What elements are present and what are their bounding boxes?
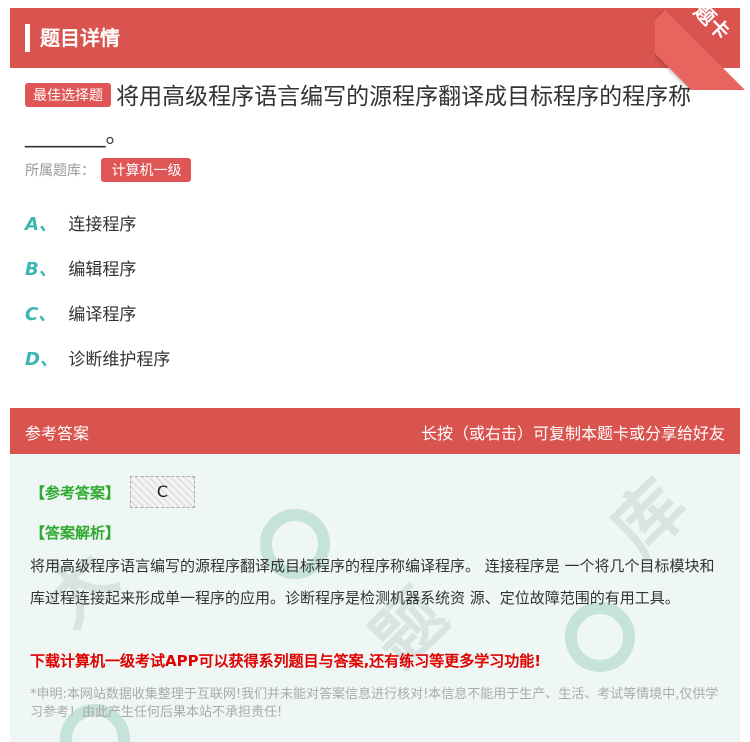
app-promo-link[interactable]: 下载计算机一级考试APP可以获得系列题目与答案,还有练习等更多学习功能! xyxy=(30,650,541,671)
options-list: A、 连接程序 B、 编辑程序 C、 编译程序 D、 诊断维护程序 xyxy=(25,210,170,390)
corner-ribbon: 题卡 xyxy=(655,0,750,90)
ribbon-label: 题卡 xyxy=(689,0,735,45)
option-letter: A、 xyxy=(25,214,57,235)
bank-tag[interactable]: 计算机一级 xyxy=(101,158,192,182)
page-title: 题目详情 xyxy=(40,26,120,50)
option-b[interactable]: B、 编辑程序 xyxy=(25,255,170,300)
option-text: 连接程序 xyxy=(68,215,137,235)
option-letter: D、 xyxy=(25,349,58,370)
option-c[interactable]: C、 编译程序 xyxy=(25,300,170,345)
answer-panel: 大 题 库 【参考答案】 C 【答案解析】 将用高级程序语言编写的源程序翻译成目… xyxy=(10,454,740,742)
analysis-text: 将用高级程序语言编写的源程序翻译成目标程序的程序称编译程序。 连接程序是 一个将… xyxy=(30,557,715,607)
option-text: 诊断维护程序 xyxy=(68,350,171,370)
option-letter: B、 xyxy=(25,259,57,280)
question-block: 最佳选择题 将用高级程序语言编写的源程序翻译成目标程序的程序称 _______。 xyxy=(25,78,725,154)
answer-section-title: 参考答案 xyxy=(25,424,90,443)
answer-header-bar: 参考答案 长按（或右击）可复制本题卡或分享给好友 xyxy=(10,408,740,454)
bank-label: 所属题库： xyxy=(25,163,95,179)
share-hint: 长按（或右击）可复制本题卡或分享给好友 xyxy=(420,424,725,443)
option-text: 编译程序 xyxy=(68,305,137,325)
header-accent xyxy=(25,24,30,52)
analysis-label: 【答案解析】 xyxy=(30,524,121,542)
header-bar: 题目详情 xyxy=(10,8,740,68)
question-type-badge: 最佳选择题 xyxy=(25,83,111,107)
question-bank: 所属题库： 计算机一级 xyxy=(25,158,192,182)
answer-label: 【参考答案】 xyxy=(30,484,121,502)
option-letter: C、 xyxy=(25,304,57,325)
option-text: 编辑程序 xyxy=(68,260,137,280)
option-d[interactable]: D、 诊断维护程序 xyxy=(25,345,170,390)
disclaimer-text: *申明:本网站数据收集整理于互联网!我们并未能对答案信息进行核对!本信息不能用于… xyxy=(30,687,719,720)
answer-value: C xyxy=(130,476,195,508)
option-a[interactable]: A、 连接程序 xyxy=(25,210,170,255)
question-text: 将用高级程序语言编写的源程序翻译成目标程序的程序称 _______。 xyxy=(25,84,692,148)
